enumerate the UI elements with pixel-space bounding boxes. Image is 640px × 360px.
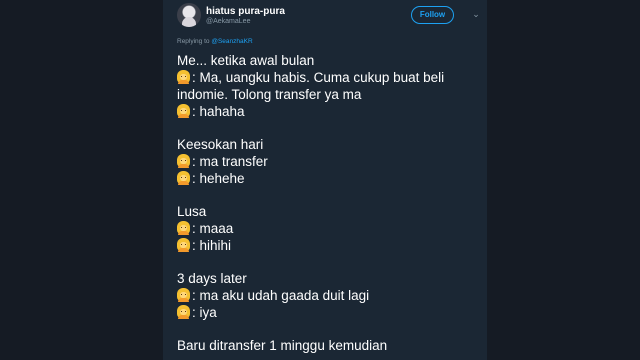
tweet-line: : iya xyxy=(177,304,217,321)
tweet-line: Lusa xyxy=(177,203,206,220)
tweet-line-text: : Ma, uangku habis. Cuma cukup buat beli xyxy=(192,70,445,85)
tweet-line: : hihihi xyxy=(177,237,231,254)
woman-emoji xyxy=(177,288,190,302)
chevron-down-icon[interactable]: ⌄ xyxy=(471,9,481,19)
tweet-line: Baru ditransfer 1 minggu kemudian xyxy=(177,337,387,354)
tweet-line: : hahaha xyxy=(177,103,245,120)
tweet-line-text: Me... ketika awal bulan xyxy=(177,53,315,68)
follow-button[interactable]: Follow xyxy=(411,6,454,24)
woman-emoji xyxy=(177,238,190,252)
woman-emoji xyxy=(177,171,190,185)
woman-emoji xyxy=(177,221,190,235)
tweet-line-text: 3 days later xyxy=(177,271,247,286)
tweet-line: : hehehe xyxy=(177,170,245,187)
reply-mention-link[interactable]: @SeanzhaKR xyxy=(211,38,252,45)
author-handle[interactable]: @AekamaLee xyxy=(206,18,250,25)
tweet-line: : maaa xyxy=(177,220,233,237)
tweet-line-text: : iya xyxy=(192,305,217,320)
tweet-line-text: : hihihi xyxy=(192,238,232,253)
tweet-line-text: : hehehe xyxy=(192,171,245,186)
reply-context: Replying to @SeanzhaKR xyxy=(177,38,253,45)
woman-emoji xyxy=(177,104,190,118)
tweet-line: 3 days later xyxy=(177,270,247,287)
tweet-line-text: Baru ditransfer 1 minggu kemudian xyxy=(177,338,388,353)
tweet-header: hiatus pura-pura @AekamaLee Follow ⌄ xyxy=(177,3,480,29)
tweet-line: : Ma, uangku habis. Cuma cukup buat beli xyxy=(177,69,444,86)
tweet-line: Me... ketika awal bulan xyxy=(177,52,314,69)
tweet-line: : ma transfer xyxy=(177,153,268,170)
woman-emoji xyxy=(177,305,190,319)
avatar[interactable] xyxy=(177,3,201,27)
woman-emoji xyxy=(177,70,190,84)
woman-emoji xyxy=(177,154,190,168)
tweet-line-text: : ma aku udah gaada duit lagi xyxy=(192,288,370,303)
tweet-line-text: indomie. Tolong transfer ya ma xyxy=(177,87,362,102)
tweet-line: : ma aku udah gaada duit lagi xyxy=(177,287,369,304)
reply-prefix: Replying to xyxy=(177,38,210,45)
tweet-line-text: Keesokan hari xyxy=(177,137,264,152)
tweet-line-text: : hahaha xyxy=(192,104,245,119)
tweet-line: indomie. Tolong transfer ya ma xyxy=(177,86,361,103)
tweet-line-text: : ma transfer xyxy=(192,154,268,169)
tweet-line-text: : maaa xyxy=(192,221,234,236)
author-display-name[interactable]: hiatus pura-pura xyxy=(206,6,285,17)
tweet-line-text: Lusa xyxy=(177,204,207,219)
tweet-card: hiatus pura-pura @AekamaLee Follow ⌄ Rep… xyxy=(163,0,487,360)
tweet-line: Keesokan hari xyxy=(177,136,263,153)
